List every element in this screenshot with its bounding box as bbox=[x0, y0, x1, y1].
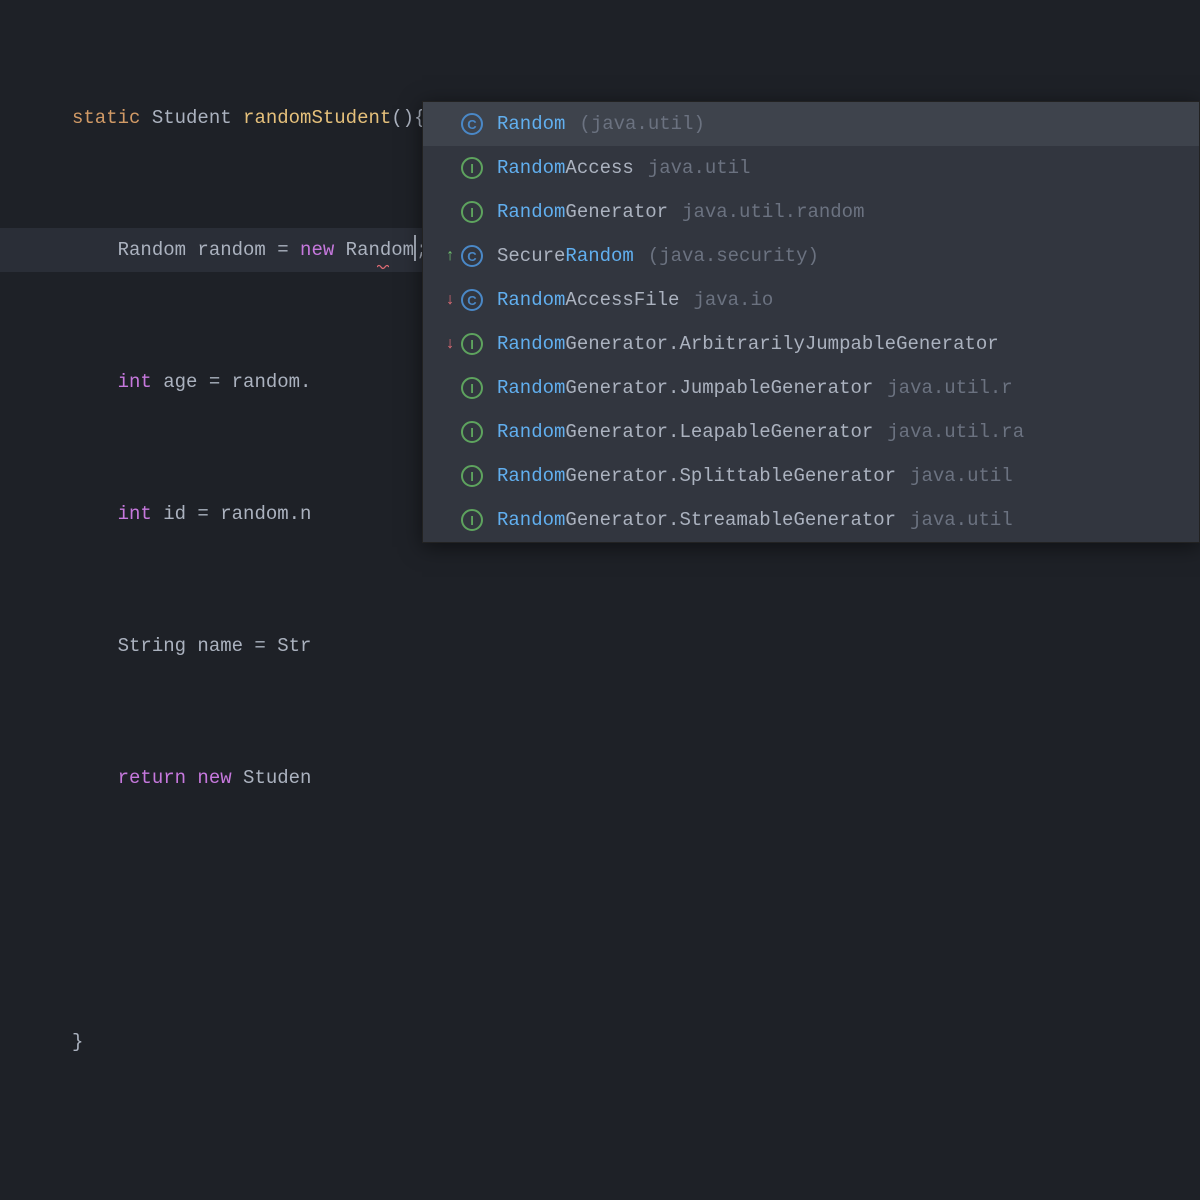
completion-text: Generator.StreamableGenerator bbox=[565, 509, 896, 531]
completion-match: Random bbox=[497, 289, 565, 311]
keyword-new: new bbox=[300, 239, 334, 261]
interface-badge-icon: I bbox=[461, 157, 483, 179]
completion-text: Generator.ArbitrarilyJumpableGenerator bbox=[565, 333, 998, 355]
error-squiggle-icon bbox=[377, 264, 389, 270]
completion-package: java.util.random bbox=[682, 201, 864, 223]
arrow-down-icon: ↓ bbox=[441, 335, 459, 353]
completion-package: java.util bbox=[910, 465, 1013, 487]
completion-text: Generator bbox=[565, 201, 668, 223]
completion-match: Random bbox=[497, 157, 565, 179]
keyword-return: return bbox=[118, 767, 186, 789]
completion-match: Random bbox=[497, 113, 565, 135]
autocomplete-item[interactable]: ↓I RandomGenerator.ArbitrarilyJumpableGen… bbox=[423, 322, 1199, 366]
arrow-down-icon: ↓ bbox=[441, 291, 459, 309]
interface-badge-icon: I bbox=[461, 509, 483, 531]
completion-package: (java.util) bbox=[579, 113, 704, 135]
interface-badge-icon: I bbox=[461, 333, 483, 355]
code-line-empty bbox=[72, 1152, 1200, 1196]
autocomplete-item[interactable]: I RandomGenerator.SplittableGenerator java… bbox=[423, 454, 1199, 498]
completion-match: Random bbox=[497, 377, 565, 399]
autocomplete-item[interactable]: C Random (java.util) bbox=[423, 102, 1199, 146]
autocomplete-popup[interactable]: CRandom(java.util)IRandomAccessjava.util… bbox=[422, 101, 1200, 543]
completion-match: Random bbox=[497, 465, 565, 487]
interface-badge-icon: I bbox=[461, 421, 483, 443]
class-badge-icon: C bbox=[461, 113, 483, 135]
interface-badge-icon: I bbox=[461, 377, 483, 399]
completion-text: Generator.LeapableGenerator bbox=[565, 421, 873, 443]
completion-text: AccessFile bbox=[565, 289, 679, 311]
completion-package: java.util bbox=[910, 509, 1013, 531]
interface-badge-icon: I bbox=[461, 465, 483, 487]
class-badge-icon: C bbox=[461, 245, 483, 267]
completion-match: Random bbox=[497, 201, 565, 223]
completion-package: java.io bbox=[693, 289, 773, 311]
completion-text: Generator.SplittableGenerator bbox=[565, 465, 896, 487]
code-line: String name = Str bbox=[72, 624, 1200, 668]
autocomplete-item[interactable]: I RandomAccess java.util bbox=[423, 146, 1199, 190]
completion-text: Generator.JumpableGenerator bbox=[565, 377, 873, 399]
completion-text: Secure bbox=[497, 245, 565, 267]
autocomplete-item[interactable]: ↓C RandomAccessFile java.io bbox=[423, 278, 1199, 322]
code-line: } bbox=[72, 1020, 1200, 1064]
keyword-int: int bbox=[118, 503, 152, 525]
completion-match: Random bbox=[497, 509, 565, 531]
interface-badge-icon: I bbox=[461, 201, 483, 223]
code-line: return new Studen bbox=[72, 756, 1200, 800]
keyword-int: int bbox=[118, 371, 152, 393]
autocomplete-item[interactable]: I RandomGenerator.LeapableGenerator java.u… bbox=[423, 410, 1199, 454]
completion-match: Random bbox=[497, 421, 565, 443]
keyword-static: static bbox=[72, 107, 140, 129]
completion-package: java.util bbox=[648, 157, 751, 179]
completion-package: java.util.ra bbox=[887, 421, 1024, 443]
completion-package: (java.security) bbox=[648, 245, 819, 267]
autocomplete-item[interactable]: I RandomGenerator java.util.random bbox=[423, 190, 1199, 234]
autocomplete-item[interactable]: I RandomGenerator.StreamableGenerator java… bbox=[423, 498, 1199, 542]
completion-package: java.util.r bbox=[887, 377, 1012, 399]
completion-match: Random bbox=[565, 245, 633, 267]
method-name: randomStudent bbox=[243, 107, 391, 129]
autocomplete-item[interactable]: ↑C SecureRandom (java.security) bbox=[423, 234, 1199, 278]
arrow-up-icon: ↑ bbox=[441, 247, 459, 265]
autocomplete-item[interactable]: I RandomGenerator.JumpableGenerator java.u… bbox=[423, 366, 1199, 410]
class-badge-icon: C bbox=[461, 289, 483, 311]
completion-text: Access bbox=[565, 157, 633, 179]
code-line-empty bbox=[72, 888, 1200, 932]
completion-match: Random bbox=[497, 333, 565, 355]
